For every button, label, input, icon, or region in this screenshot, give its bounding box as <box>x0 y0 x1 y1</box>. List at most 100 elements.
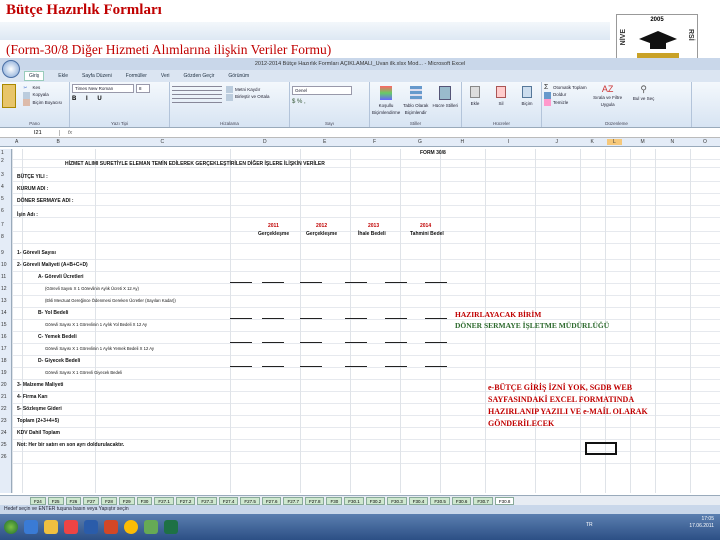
start-button-icon[interactable] <box>4 520 18 534</box>
item-cell[interactable]: Görevli Sayısı X 1 Görevlinin 1 Aylık Ye… <box>45 346 154 351</box>
row-header[interactable]: 8 <box>1 234 4 240</box>
row-header[interactable]: 19 <box>1 370 7 376</box>
sheet-tab[interactable]: F30.4 <box>408 496 429 505</box>
column-header-I[interactable]: I <box>508 139 509 145</box>
form-label-cell[interactable]: FORM 30/8 <box>420 150 446 156</box>
sheet-tab[interactable]: F30 <box>136 496 153 505</box>
worksheet-grid[interactable]: 1 2 3 4 5 6 7 8 9 10 11 12 13 14 15 16 17 18 19 20 21 22 23 24 2… <box>0 149 720 493</box>
row-header[interactable]: 14 <box>1 310 7 316</box>
row-header[interactable]: 4 <box>1 184 4 190</box>
delete-cells-button[interactable]: Sil <box>490 84 512 125</box>
item-cell[interactable]: (Görevli Sayısı X 1 Görevlinin Aylık Ücr… <box>45 286 139 291</box>
year-sub-cell[interactable]: Gerçekleşme <box>306 231 337 237</box>
row-header[interactable]: 13 <box>1 298 7 304</box>
app-icon[interactable] <box>144 520 158 534</box>
item-cell[interactable]: 1- Görevli Sayısı <box>17 250 56 256</box>
item-cell[interactable]: B- Yol Bedeli <box>38 310 68 316</box>
sheet-tab[interactable]: F29 <box>118 496 135 505</box>
sheet-tab[interactable]: F27.1 <box>154 496 174 505</box>
sheet-tab[interactable]: F30.2 <box>365 496 386 505</box>
autosum-button[interactable]: Σ Otomatik Toplam <box>544 84 587 91</box>
column-header-M[interactable]: M <box>641 139 645 145</box>
sheet-tab[interactable]: F27 <box>83 496 100 505</box>
sheet-tab[interactable]: F27.4 <box>218 496 239 505</box>
sheet-tab[interactable]: F30.8 <box>494 496 515 505</box>
row-header[interactable]: 10 <box>1 262 7 268</box>
year-header-cell[interactable]: 2013 <box>368 223 379 229</box>
sheet-tab[interactable]: F27.8 <box>304 496 325 505</box>
note-title-1[interactable]: HAZIRLAYACAK BİRİM <box>455 310 541 319</box>
sheet-tab[interactable]: F30.6 <box>451 496 472 505</box>
row-header[interactable]: 17 <box>1 346 7 352</box>
column-header-E[interactable]: E <box>323 139 326 145</box>
row-header[interactable]: 15 <box>1 322 7 328</box>
sheet-tab[interactable]: F24 <box>30 496 46 505</box>
sheet-tab[interactable]: F30.5 <box>430 496 450 505</box>
row-header[interactable]: 1 <box>1 150 4 156</box>
sheet-tab[interactable]: F27.3 <box>197 496 217 505</box>
item-cell[interactable]: 4- Firma Karı <box>17 394 48 400</box>
cell-styles-button[interactable]: Hücre Stilleri <box>432 84 460 125</box>
media-icon[interactable] <box>64 520 78 534</box>
isin-adi-cell[interactable]: İşin Adı : <box>17 212 38 218</box>
row-header[interactable]: 9 <box>1 250 4 256</box>
column-header-B[interactable]: B <box>57 139 60 145</box>
item-cell[interactable]: (Ekli Mevzuat Gereğince Ödenmesi Gereken… <box>45 298 176 303</box>
excel-icon[interactable] <box>164 520 178 534</box>
note-title-2[interactable]: DÖNER SERMAYE İŞLETME MÜDÜRLÜĞÜ <box>455 321 609 330</box>
year-sub-cell[interactable]: Gerçekleşme <box>258 231 289 237</box>
clear-button[interactable]: Temizle <box>544 98 587 106</box>
tab-4[interactable]: Veri <box>161 73 170 79</box>
item-cell[interactable]: 2- Görevli Maliyeti (A+B+C+D) <box>17 262 88 268</box>
row-header[interactable]: 21 <box>1 394 7 400</box>
column-header-D[interactable]: D <box>263 139 267 145</box>
column-header-F[interactable]: F <box>373 139 376 145</box>
form-heading-cell[interactable]: HİZMET ALIMI SURETİYLE ELEMAN TEMİN EDİL… <box>65 161 325 167</box>
ie-icon[interactable] <box>24 520 38 534</box>
cut-button[interactable]: ✂ Kes <box>23 84 62 91</box>
sheet-tab[interactable]: F25 <box>47 496 64 505</box>
row-header[interactable]: 5 <box>1 196 4 202</box>
font-name-select[interactable]: Times New Roman <box>72 84 134 93</box>
item-cell[interactable]: Görevli Sayısı X 1 Görevlinin 1 Aylık Yo… <box>45 322 147 327</box>
sort-filter-button[interactable]: AZ Sırala ve Filtre Uygula <box>593 84 623 108</box>
item-cell[interactable]: KDV Dahil Toplam <box>17 430 60 436</box>
doner-sermaye-cell[interactable]: DÖNER SERMAYE ADI : <box>17 198 74 204</box>
row-header[interactable]: 25 <box>1 442 7 448</box>
row-header[interactable]: 18 <box>1 358 7 364</box>
sheet-tab[interactable]: F27.5 <box>240 496 260 505</box>
sheet-tab[interactable]: F27.7 <box>283 496 303 505</box>
sheet-tab[interactable]: F30.1 <box>344 496 364 505</box>
tab-3[interactable]: Formüller <box>126 73 147 79</box>
item-cell[interactable]: 5- Sözleşme Gideri <box>17 406 62 412</box>
sheet-tab[interactable]: F30.3 <box>387 496 407 505</box>
note-body-line[interactable]: SAYFASINDAKİ EXCEL FORMATINDA <box>488 395 634 404</box>
item-cell[interactable]: Görevli Sayısı X 1 Görevli Giyecek Bedel… <box>45 370 122 375</box>
name-box[interactable]: I21 <box>0 129 60 136</box>
item-cell[interactable]: Not: Her bir satırı en son ayrı doldurul… <box>17 442 124 448</box>
column-header-N[interactable]: N <box>671 139 675 145</box>
sheet-tab[interactable]: F26 <box>65 496 82 505</box>
column-header-K[interactable]: K <box>591 139 594 145</box>
row-header[interactable]: 11 <box>1 274 6 280</box>
word-icon[interactable] <box>84 520 98 534</box>
sheet-tab[interactable]: F27.2 <box>175 496 196 505</box>
year-header-cell[interactable]: 2014 <box>420 223 431 229</box>
kurum-adi-cell[interactable]: KURUM ADI : <box>17 186 48 192</box>
bold-italic-underline-buttons[interactable]: B I U <box>72 96 167 102</box>
find-select-button[interactable]: ⚲ Bul ve Seç <box>629 84 659 108</box>
row-header[interactable]: 16 <box>1 334 7 340</box>
row-header[interactable]: 12 <box>1 286 7 292</box>
currency-percent-buttons[interactable]: $ % , <box>292 99 367 105</box>
tab-2[interactable]: Sayfa Düzeni <box>82 73 112 79</box>
wrap-text-button[interactable]: Metni Kaydır <box>226 86 270 94</box>
column-header-H[interactable]: H <box>461 139 465 145</box>
column-header-L[interactable]: L <box>607 139 622 145</box>
row-header[interactable]: 20 <box>1 382 7 388</box>
row-header[interactable]: 3 <box>1 172 4 178</box>
column-header-A[interactable]: A <box>15 139 18 145</box>
fx-icon[interactable]: fx <box>60 130 80 136</box>
format-table-button[interactable]: Tablo Olarak Biçimlendir <box>402 84 430 125</box>
note-body-line[interactable]: HAZIRLANIP YAZILI VE e-MAİL OLARAK <box>488 407 648 416</box>
item-cell[interactable]: C- Yemek Bedeli <box>38 334 77 340</box>
